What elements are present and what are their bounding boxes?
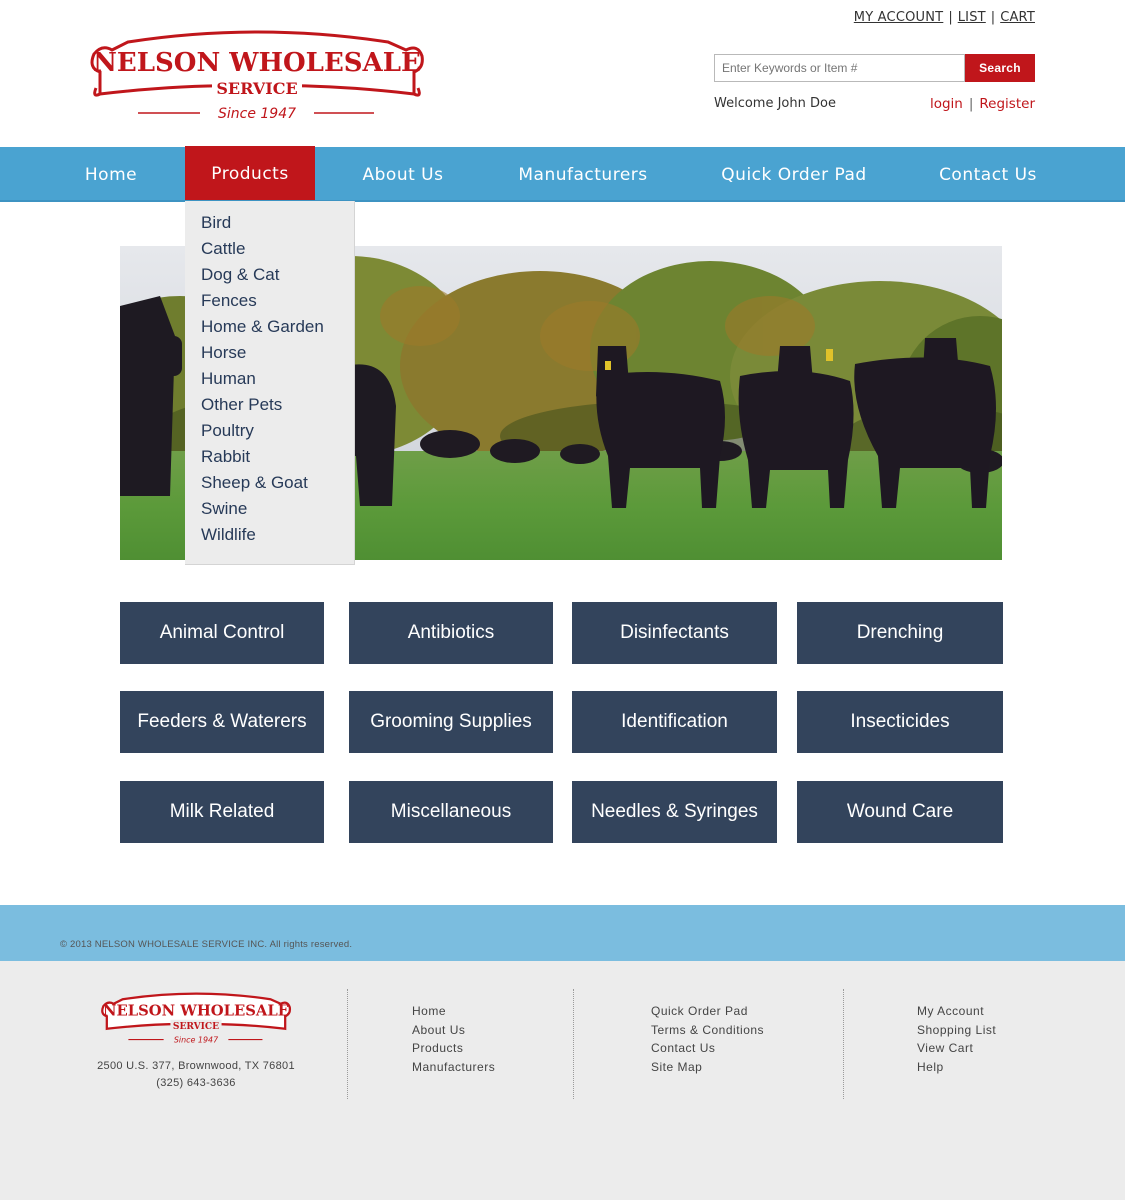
category-grooming-supplies[interactable]: Grooming Supplies — [349, 691, 553, 753]
nav-products[interactable]: Products — [185, 146, 315, 200]
category-disinfectants[interactable]: Disinfectants — [572, 602, 777, 664]
site-logo[interactable]: NELSON WHOLESALE SERVICE Since 1947 — [88, 28, 426, 122]
footer-link-about-us[interactable]: About Us — [412, 1021, 495, 1040]
footer-address-block: 2500 U.S. 377, Brownwood, TX 76801 (325)… — [60, 1058, 332, 1092]
cart-link[interactable]: CART — [1000, 10, 1035, 25]
footer-links-info: Quick Order Pad Terms & Conditions Conta… — [651, 1002, 764, 1076]
menu-item-swine[interactable]: Swine — [185, 496, 354, 522]
address: 2500 U.S. 377, Brownwood, TX 76801 — [97, 1060, 295, 1072]
site-footer: NELSON WHOLESALE SERVICE Since 1947 2500… — [0, 961, 1125, 1200]
nav-home[interactable]: Home — [60, 147, 162, 200]
my-account-link[interactable]: MY ACCOUNT — [854, 10, 944, 25]
nav-manufacturers[interactable]: Manufacturers — [505, 147, 661, 200]
menu-item-other-pets[interactable]: Other Pets — [185, 392, 354, 418]
main-nav: Home Products About Us Manufacturers Qui… — [0, 146, 1125, 202]
menu-item-home-garden[interactable]: Home & Garden — [185, 314, 354, 340]
category-antibiotics[interactable]: Antibiotics — [349, 602, 553, 664]
nav-about-us[interactable]: About Us — [342, 147, 464, 200]
category-wound-care[interactable]: Wound Care — [797, 781, 1003, 843]
footer-link-help[interactable]: Help — [917, 1058, 996, 1077]
logo-subtitle: SERVICE — [216, 79, 297, 98]
footer-divider — [573, 989, 574, 1099]
footer-link-view-cart[interactable]: View Cart — [917, 1039, 996, 1058]
login-link[interactable]: login — [930, 96, 963, 112]
category-insecticides[interactable]: Insecticides — [797, 691, 1003, 753]
menu-item-sheep-goat[interactable]: Sheep & Goat — [185, 470, 354, 496]
auth-links: login | Register — [930, 96, 1035, 112]
footer-link-home[interactable]: Home — [412, 1002, 495, 1021]
account-links: MY ACCOUNT | LIST | CART — [854, 10, 1035, 25]
menu-item-horse[interactable]: Horse — [185, 340, 354, 366]
footer-links-main: Home About Us Products Manufacturers — [412, 1002, 495, 1076]
copyright-text: © 2013 NELSON WHOLESALE SERVICE INC. All… — [60, 939, 353, 950]
footer-links-account: My Account Shopping List View Cart Help — [917, 1002, 996, 1076]
logo-tagline: Since 1947 — [218, 106, 296, 122]
nav-quick-order-pad[interactable]: Quick Order Pad — [706, 147, 882, 200]
footer-band: © 2013 NELSON WHOLESALE SERVICE INC. All… — [0, 905, 1125, 961]
footer-logo-title: NELSON WHOLESALE — [103, 1003, 289, 1020]
menu-item-poultry[interactable]: Poultry — [185, 418, 354, 444]
search-button[interactable]: Search — [965, 54, 1035, 82]
footer-logo-subtitle: SERVICE — [173, 1021, 219, 1032]
footer-divider — [843, 989, 844, 1099]
category-milk-related[interactable]: Milk Related — [120, 781, 324, 843]
products-dropdown-menu: Bird Cattle Dog & Cat Fences Home & Gard… — [185, 201, 355, 565]
footer-link-site-map[interactable]: Site Map — [651, 1058, 764, 1077]
welcome-message: Welcome John Doe — [714, 96, 836, 111]
menu-item-bird[interactable]: Bird — [185, 210, 354, 236]
footer-link-terms[interactable]: Terms & Conditions — [651, 1021, 764, 1040]
category-miscellaneous[interactable]: Miscellaneous — [349, 781, 553, 843]
logo-title: NELSON WHOLESALE — [93, 48, 421, 78]
category-animal-control[interactable]: Animal Control — [120, 602, 324, 664]
search-input[interactable] — [714, 54, 965, 82]
footer-link-contact-us[interactable]: Contact Us — [651, 1039, 764, 1058]
footer-logo[interactable]: NELSON WHOLESALE SERVICE Since 1947 — [100, 991, 292, 1045]
footer-link-products[interactable]: Products — [412, 1039, 495, 1058]
footer-link-my-account[interactable]: My Account — [917, 1002, 996, 1021]
footer-divider — [347, 989, 348, 1099]
register-link[interactable]: Register — [979, 96, 1035, 112]
nav-contact-us[interactable]: Contact Us — [924, 147, 1052, 200]
menu-item-fences[interactable]: Fences — [185, 288, 354, 314]
menu-item-rabbit[interactable]: Rabbit — [185, 444, 354, 470]
separator: | — [990, 10, 996, 25]
category-identification[interactable]: Identification — [572, 691, 777, 753]
footer-logo-tagline: Since 1947 — [174, 1035, 218, 1044]
list-link[interactable]: LIST — [958, 10, 986, 25]
footer-link-quick-order-pad[interactable]: Quick Order Pad — [651, 1002, 764, 1021]
category-needles-syringes[interactable]: Needles & Syringes — [572, 781, 777, 843]
menu-item-wildlife[interactable]: Wildlife — [185, 522, 354, 548]
footer-link-manufacturers[interactable]: Manufacturers — [412, 1058, 495, 1077]
separator: | — [948, 10, 953, 25]
footer-link-shopping-list[interactable]: Shopping List — [917, 1021, 996, 1040]
menu-item-cattle[interactable]: Cattle — [185, 236, 354, 262]
category-feeders-waterers[interactable]: Feeders & Waterers — [120, 691, 324, 753]
menu-item-human[interactable]: Human — [185, 366, 354, 392]
category-drenching[interactable]: Drenching — [797, 602, 1003, 664]
separator: | — [968, 96, 974, 112]
phone-number: (325) 643-3636 — [156, 1077, 236, 1089]
search-bar: Search — [714, 54, 1035, 82]
menu-item-dog-cat[interactable]: Dog & Cat — [185, 262, 354, 288]
